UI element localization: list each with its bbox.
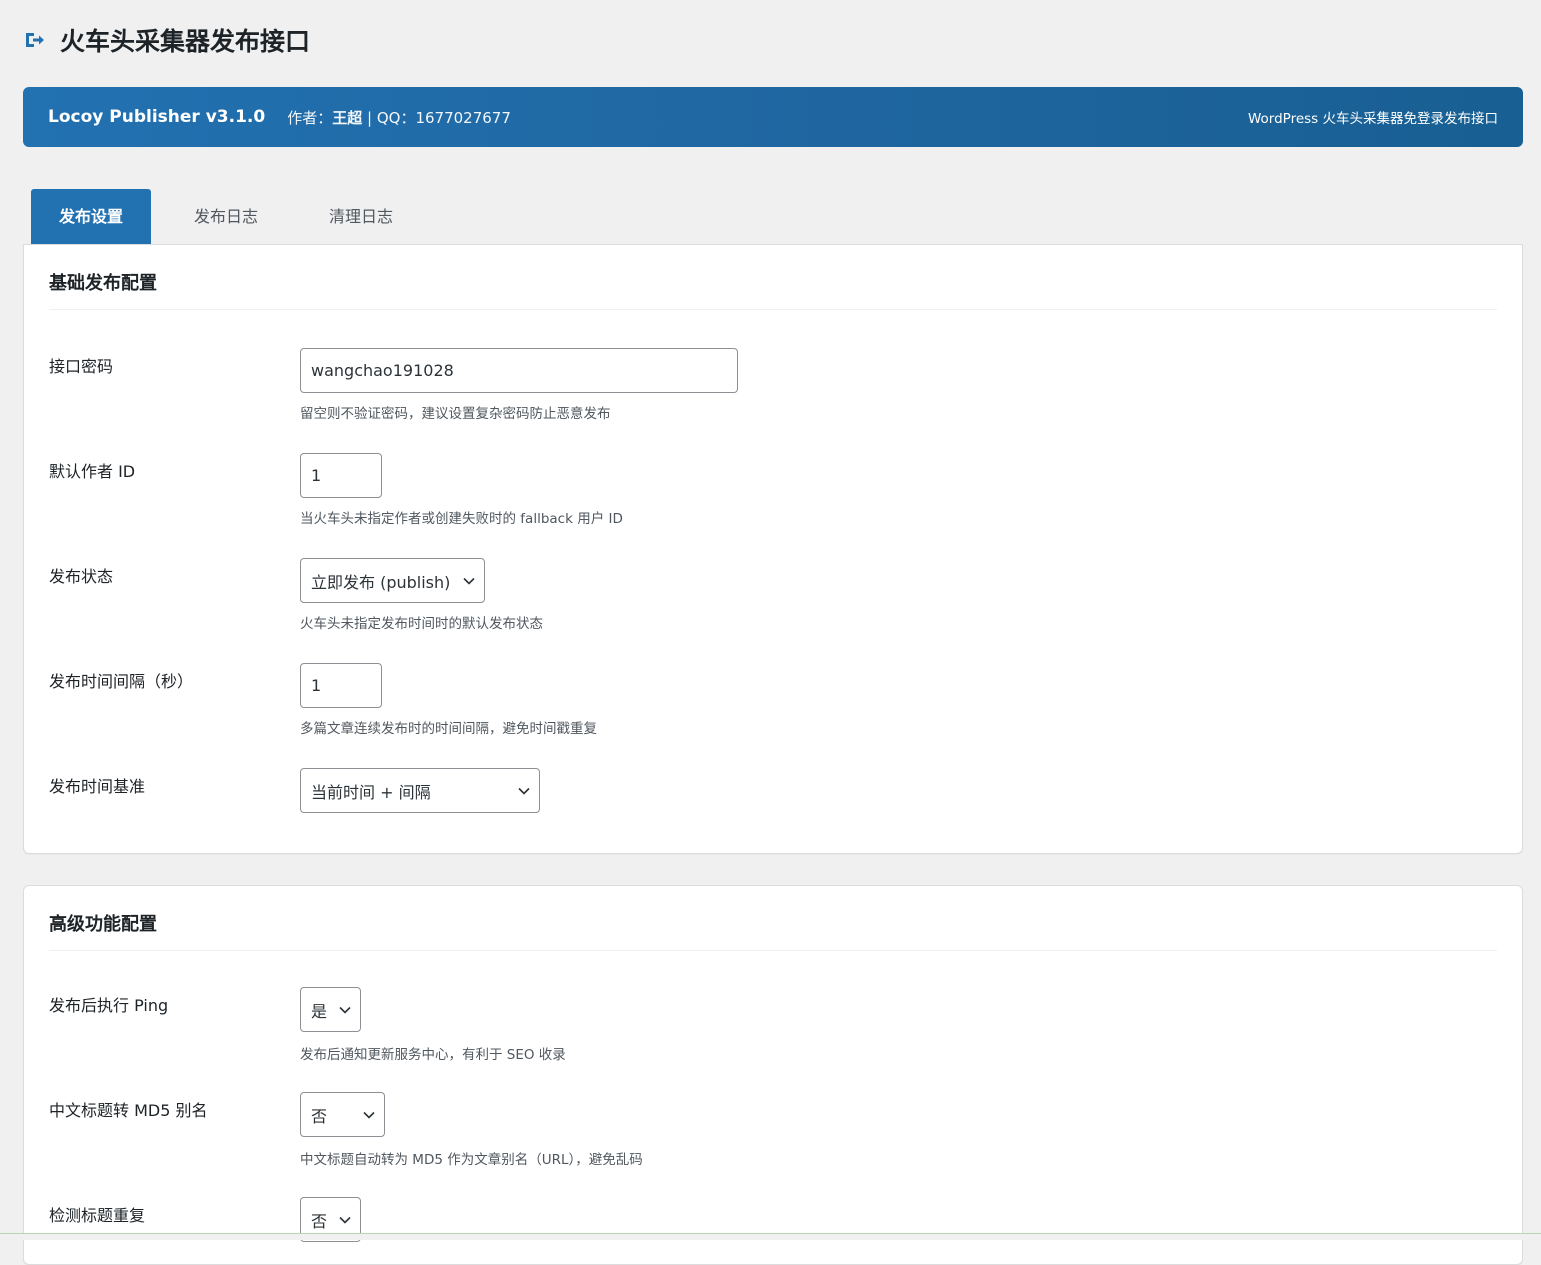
md5-slug-select[interactable]: 否 <box>300 1092 385 1137</box>
ping-description: 发布后通知更新服务中心，有利于 SEO 收录 <box>300 1047 566 1063</box>
api-password-description: 留空则不验证密码，建议设置复杂密码防止恶意发布 <box>300 406 611 422</box>
chevron-down-icon <box>363 1111 375 1119</box>
default-author-input[interactable]: 1 <box>300 453 382 498</box>
author-name: 王超 <box>332 108 363 127</box>
interval-input[interactable]: 1 <box>300 663 382 708</box>
time-base-select[interactable]: 当前时间 + 间隔 <box>300 768 540 813</box>
dup-check-label: 检测标题重复 <box>49 1206 146 1225</box>
publish-status-description: 火车头未指定发布时间时的默认发布状态 <box>300 616 543 632</box>
tab-publish-settings[interactable]: 发布设置 <box>31 189 151 244</box>
publish-status-label: 发布状态 <box>49 567 114 586</box>
api-password-label: 接口密码 <box>49 357 114 376</box>
section-divider <box>49 950 1497 951</box>
exit-arrow-icon <box>26 33 44 47</box>
tab-clear-log[interactable]: 清理日志 <box>301 189 421 244</box>
ping-value: 是 <box>311 1001 328 1021</box>
section-title-basic: 基础发布配置 <box>49 273 157 294</box>
tab-publish-log[interactable]: 发布日志 <box>166 189 286 244</box>
chevron-down-icon <box>339 1216 351 1224</box>
time-base-label: 发布时间基准 <box>49 777 146 796</box>
interval-description: 多篇文章连续发布时的时间间隔，避免时间戳重复 <box>300 721 597 737</box>
md5-slug-description: 中文标题自动转为 MD5 作为文章别名（URL），避免乱码 <box>300 1152 643 1168</box>
md5-slug-label: 中文标题转 MD5 别名 <box>49 1101 208 1120</box>
plugin-banner: Locoy Publisher v3.1.0 作者：王超 | QQ：167702… <box>23 87 1523 147</box>
author-info: 作者：王超 | QQ：1677027677 <box>287 107 511 128</box>
page-title: 火车头采集器发布接口 <box>60 27 311 56</box>
ping-select[interactable]: 是 <box>300 987 361 1032</box>
interval-label: 发布时间间隔（秒） <box>49 672 194 691</box>
section-title-advanced: 高级功能配置 <box>49 914 157 935</box>
chevron-down-icon <box>463 577 475 585</box>
section-divider <box>49 309 1497 310</box>
api-password-input[interactable]: wangchao191028 <box>300 348 738 393</box>
publish-status-value: 立即发布 (publish) <box>311 572 451 592</box>
plugin-tagline: WordPress 火车头采集器免登录发布接口 <box>1247 111 1498 127</box>
advanced-settings-card: 高级功能配置 发布后执行 Ping 是 发布后通知更新服务中心，有利于 SEO … <box>23 885 1523 1265</box>
ping-label: 发布后执行 Ping <box>49 996 169 1015</box>
default-author-label: 默认作者 ID <box>49 462 136 481</box>
time-base-value: 当前时间 + 间隔 <box>311 782 431 802</box>
chevron-down-icon <box>518 787 530 795</box>
window-bottom-edge <box>0 1233 1541 1240</box>
default-author-description: 当火车头未指定作者或创建失败时的 fallback 用户 ID <box>300 511 623 527</box>
plugin-name: Locoy Publisher v3.1.0 <box>48 107 266 127</box>
qq-number: | QQ：1677027677 <box>362 108 511 127</box>
publish-status-select[interactable]: 立即发布 (publish) <box>300 558 485 603</box>
chevron-down-icon <box>339 1006 351 1014</box>
author-prefix: 作者： <box>287 108 333 127</box>
basic-settings-card: 基础发布配置 接口密码 wangchao191028 留空则不验证密码，建议设置… <box>23 244 1523 854</box>
dup-check-value: 否 <box>311 1211 328 1231</box>
page-title-row: 火车头采集器发布接口 <box>22 22 310 58</box>
settings-tabs: 发布设置 发布日志 清理日志 <box>23 189 1523 245</box>
md5-slug-value: 否 <box>311 1106 328 1126</box>
